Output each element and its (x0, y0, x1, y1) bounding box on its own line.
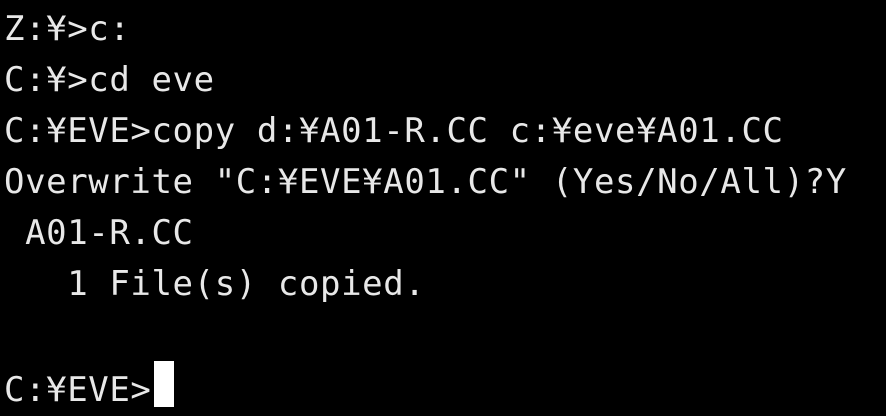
terminal-line: Overwrite "C:¥EVE¥A01.CC" (Yes/No/All)?Y (4, 162, 847, 202)
terminal-line: C:¥EVE>copy d:¥A01-R.CC c:¥eve¥A01.CC (4, 111, 784, 151)
terminal-line: 1 File(s) copied. (4, 264, 426, 304)
terminal-prompt-line[interactable]: C:¥EVE> (4, 361, 886, 412)
text-cursor (153, 361, 174, 407)
terminal-line: Z:¥>c: (4, 9, 131, 49)
terminal-line: C:¥>cd eve (4, 60, 215, 100)
command-prompt: C:¥EVE> (4, 370, 152, 410)
terminal-window[interactable]: Z:¥>c: C:¥>cd eve C:¥EVE>copy d:¥A01-R.C… (0, 0, 886, 410)
terminal-line: A01-R.CC (4, 213, 194, 253)
